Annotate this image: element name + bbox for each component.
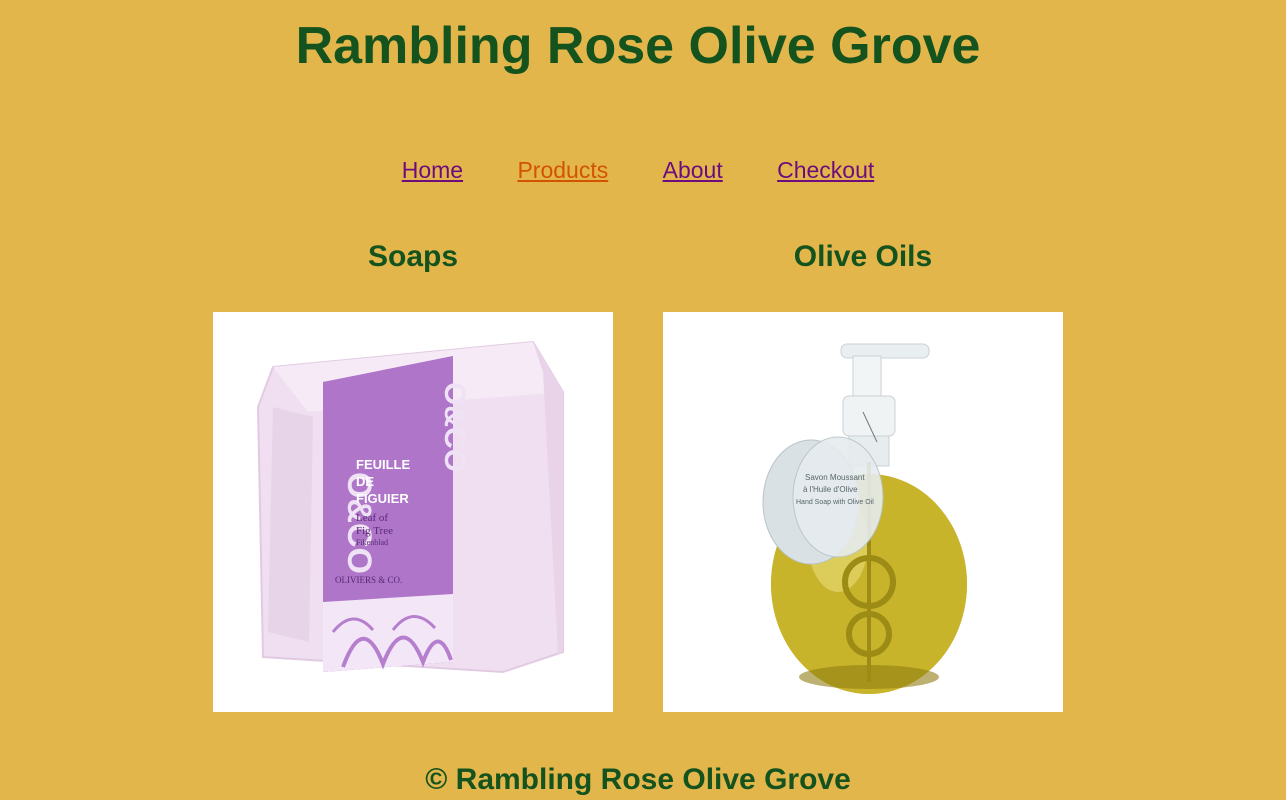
footer-copyright: © Rambling Rose Olive Grove	[425, 763, 851, 796]
label-sub-3: Fikenblad	[356, 538, 388, 547]
tag-line-2: à l'Huile d'Olive	[803, 485, 858, 494]
product-soaps: Soaps O&CO O&CO FEUILLE DE FIGUIER Leaf …	[213, 236, 613, 712]
label-title-1: FEUILLE	[356, 457, 410, 472]
product-heading-olive-oils: Olive Oils	[793, 240, 933, 273]
tag-line-1: Savon Moussant	[805, 473, 865, 482]
label-title-2: DE	[356, 474, 374, 489]
product-heading-soaps: Soaps	[367, 240, 459, 273]
soap-product-image[interactable]: O&CO O&CO FEUILLE DE FIGUIER Leaf of Fig…	[213, 312, 613, 712]
nav-about-link[interactable]: About	[663, 155, 723, 185]
label-sub-2: Fig Tree	[356, 525, 393, 537]
nav-products-link[interactable]: Products	[517, 155, 608, 185]
brand-mark-top-text: O&CO	[438, 382, 471, 472]
olive-oil-product-image[interactable]: Savon Moussant à l'Huile d'Olive Hand So…	[663, 312, 1063, 712]
site-title: Rambling Rose Olive Grove	[295, 17, 981, 75]
label-sub-1: Leaf of	[356, 512, 388, 524]
nav-checkout-link[interactable]: Checkout	[777, 155, 874, 185]
label-maker: OLIVIERS & CO.	[335, 575, 402, 585]
main-nav: Home Products About Checkout	[0, 155, 1276, 185]
label-title-3: FIGUIER	[356, 491, 409, 506]
soap-box-illustration: O&CO O&CO FEUILLE DE FIGUIER Leaf of Fig…	[256, 340, 564, 674]
olive-oil-bottle-illustration: Savon Moussant à l'Huile d'Olive Hand So…	[762, 343, 967, 694]
tag-line-3: Hand Soap with Olive Oil	[796, 499, 874, 506]
nav-home-link[interactable]: Home	[402, 155, 463, 185]
product-olive-oils: Olive Oils Savon Moussant à l'Huile d'Ol…	[663, 236, 1063, 712]
